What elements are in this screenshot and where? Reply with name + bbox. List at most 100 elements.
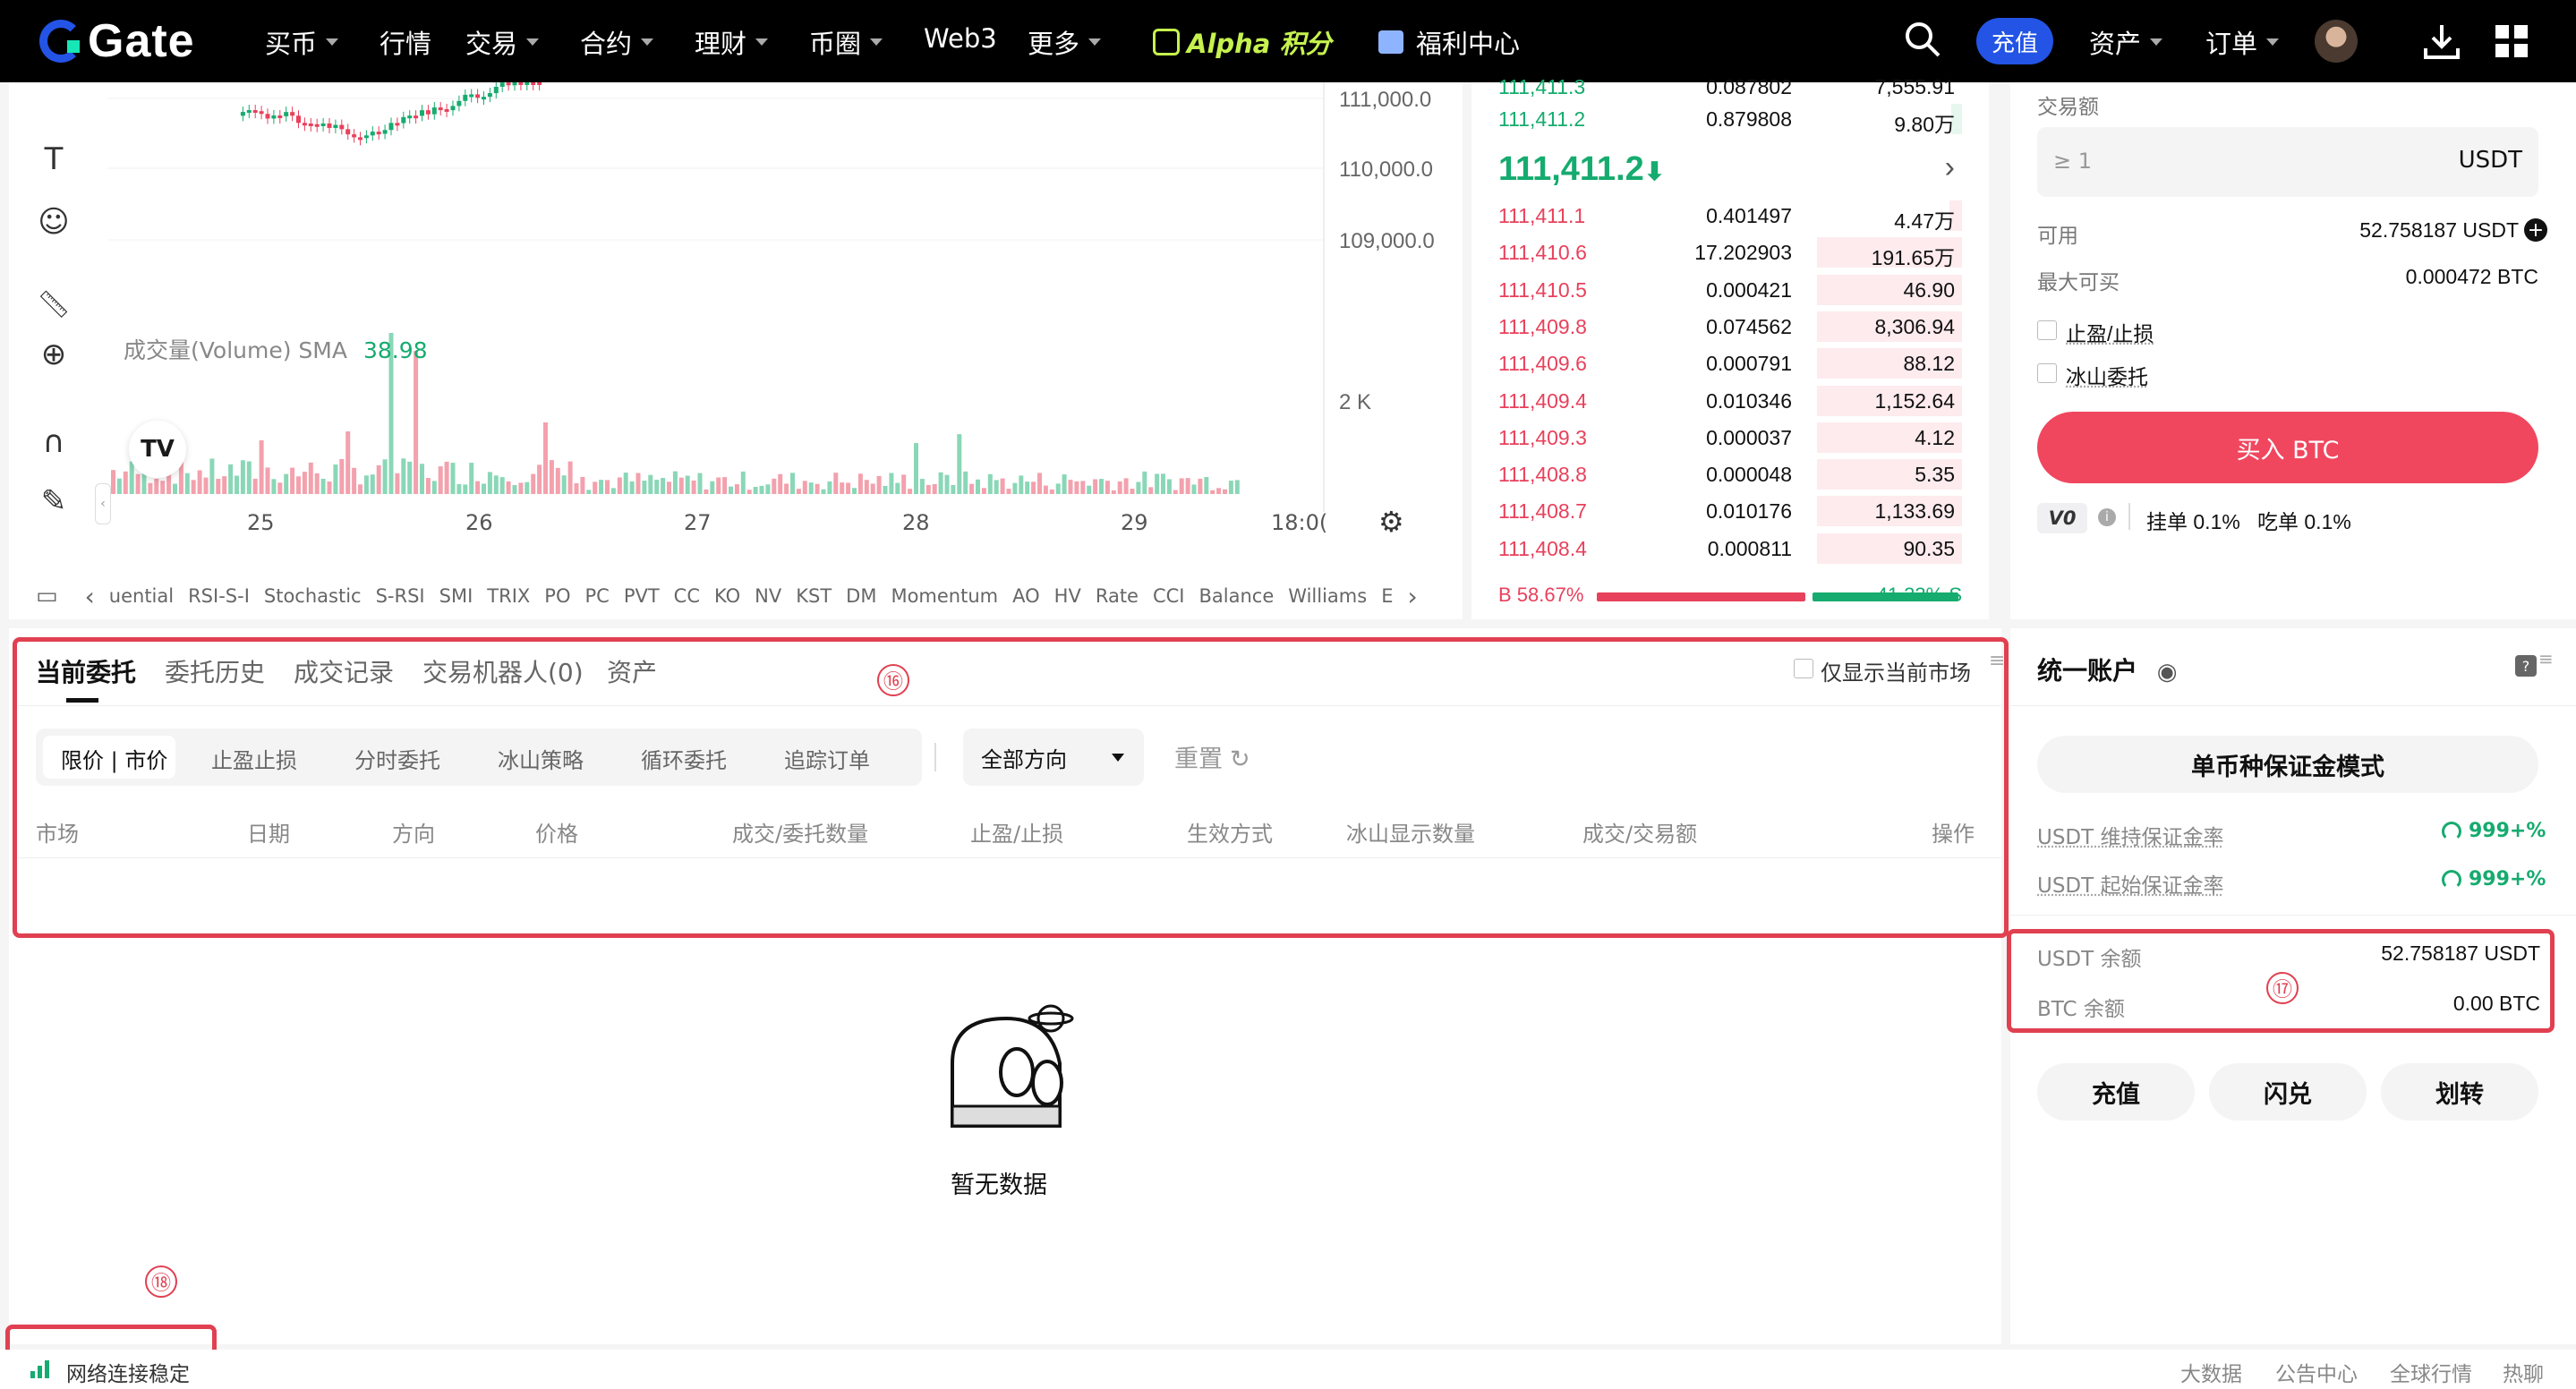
text-tool-icon[interactable]: T <box>34 140 73 179</box>
orderbook-row[interactable]: 111,411.2 0.879808 9.80万 <box>1471 102 1989 136</box>
volume-bar <box>271 479 277 494</box>
chevron-down-icon <box>870 38 883 46</box>
initial-margin-label[interactable]: USDT 起始保证金率 <box>2037 868 2224 899</box>
maintenance-margin-label[interactable]: USDT 维持保证金率 <box>2037 820 2224 850</box>
nav-more[interactable]: 更多 <box>1028 23 1102 61</box>
nav-markets[interactable]: 行情 <box>380 23 431 61</box>
deposit-button[interactable]: 充值 <box>1976 18 2053 64</box>
iceberg-label[interactable]: 冰山委托 <box>2066 360 2148 390</box>
convert-button[interactable]: 闪兑 <box>2209 1063 2367 1121</box>
indicator-item[interactable]: Rate <box>1096 585 1139 607</box>
tpsl-checkbox[interactable] <box>2037 320 2057 340</box>
tradingview-logo[interactable]: TV <box>129 421 186 478</box>
download-icon[interactable] <box>2422 21 2461 61</box>
volume-bar <box>642 481 647 494</box>
drag-handle-icon[interactable]: ≡ <box>2538 648 2554 669</box>
indicator-item[interactable]: S-RSI <box>376 585 425 607</box>
transfer-button[interactable]: 划转 <box>2381 1063 2538 1121</box>
orderbook-row[interactable]: 111,409.8 0.074562 8,306.94 <box>1471 310 1989 342</box>
buy-ratio-bar <box>1597 592 1805 601</box>
nav-square[interactable]: 币圈 <box>809 23 883 61</box>
search-icon[interactable] <box>1903 20 1942 59</box>
nav-alpha-points[interactable]: Alpha 积分 <box>1153 23 1331 61</box>
indicator-item[interactable]: E <box>1381 585 1393 607</box>
gate-logo[interactable]: Gate <box>39 15 195 67</box>
footer-link-announcements[interactable]: 公告中心 <box>2275 1357 2358 1387</box>
deposit-button[interactable]: 充值 <box>2037 1063 2195 1121</box>
footer-link-chat[interactable]: 热聊 <box>2503 1357 2544 1387</box>
indicator-item[interactable]: NV <box>755 585 781 607</box>
grid-menu-icon[interactable] <box>2494 23 2529 59</box>
orderbook-row[interactable]: 111,409.4 0.010346 1,152.64 <box>1471 384 1989 416</box>
indicator-item[interactable]: Stochastic <box>264 585 362 607</box>
buy-btc-button[interactable]: 买入 BTC <box>2037 412 2538 483</box>
chevron-down-icon <box>1088 38 1102 46</box>
volume-bar <box>827 481 832 494</box>
indicator-item[interactable]: CCI <box>1153 585 1185 607</box>
orderbook-row[interactable]: 111,408.8 0.000048 5.35 <box>1471 457 1989 490</box>
volume-bar <box>654 480 660 494</box>
nav-web3[interactable]: Web3 <box>924 23 997 54</box>
chart-settings-icon[interactable]: ⚙ <box>1378 505 1404 539</box>
footer-link-global-markets[interactable]: 全球行情 <box>2390 1357 2472 1387</box>
indicator-item[interactable]: AO <box>1012 585 1040 607</box>
zoom-in-icon[interactable]: ⊕ <box>34 335 73 374</box>
calendar-icon[interactable]: ▭ <box>36 583 58 609</box>
vip-level-badge[interactable]: V0 <box>2037 503 2087 533</box>
orderbook-row[interactable]: 111,408.4 0.000811 90.35 <box>1471 532 1989 564</box>
indicator-item[interactable]: RSI-S-I <box>188 585 250 607</box>
nav-orders[interactable]: 订单 <box>2205 23 2280 61</box>
iceberg-checkbox[interactable] <box>2037 363 2057 383</box>
indicator-item[interactable]: uential <box>109 585 174 607</box>
chevron-left-icon[interactable]: ‹ <box>85 582 95 611</box>
indicator-item[interactable]: TRIX <box>487 585 530 607</box>
volume-bar <box>1055 483 1061 494</box>
footer-link-big-data[interactable]: 大数据 <box>2180 1357 2242 1387</box>
indicator-item[interactable]: KO <box>714 585 740 607</box>
orderbook-row[interactable]: 111,408.7 0.010176 1,133.69 <box>1471 494 1989 527</box>
info-icon[interactable]: i <box>2098 508 2116 526</box>
chevron-right-icon[interactable]: › <box>1945 150 1955 185</box>
indicator-item[interactable]: PC <box>584 585 609 607</box>
tpsl-label[interactable]: 止盈/止损 <box>2066 317 2154 347</box>
nav-buy-crypto[interactable]: 买币 <box>265 23 339 61</box>
indicator-item[interactable]: PO <box>544 585 570 607</box>
candle-body <box>487 93 492 98</box>
nav-futures[interactable]: 合约 <box>580 23 654 61</box>
nav-assets[interactable]: 资产 <box>2089 23 2163 61</box>
eye-icon[interactable]: ◉ <box>2157 659 2178 686</box>
indicator-item[interactable]: CC <box>674 585 700 607</box>
ruler-tool-icon[interactable]: 📏︎ <box>34 285 73 324</box>
indicator-item[interactable]: SMI <box>439 585 473 607</box>
indicator-item[interactable]: HV <box>1054 585 1081 607</box>
add-funds-icon[interactable]: + <box>2524 218 2547 242</box>
lock-pencil-icon[interactable]: ✎ <box>34 481 73 521</box>
candlestick-chart[interactable] <box>107 82 1325 503</box>
orderbook-row[interactable]: 111,410.5 0.000421 46.90 <box>1471 273 1989 305</box>
volume-bar <box>753 486 758 494</box>
indicator-item[interactable]: Williams <box>1288 585 1367 607</box>
indicator-item[interactable]: PVT <box>624 585 660 607</box>
nav-earn[interactable]: 理财 <box>695 23 769 61</box>
amount-input[interactable]: ≥ 1 USDT <box>2037 127 2538 197</box>
avatar[interactable] <box>2315 20 2358 63</box>
nav-welfare-center[interactable]: 福利中心 <box>1378 23 1520 61</box>
orderbook-row[interactable]: 111,409.6 0.000791 88.12 <box>1471 346 1989 379</box>
indicator-item[interactable]: Momentum <box>891 585 998 607</box>
indicator-item[interactable]: Balance <box>1199 585 1275 607</box>
candle-body <box>531 82 536 85</box>
orderbook-row[interactable]: 111,411.1 0.401497 4.47万 <box>1471 199 1989 233</box>
magnet-icon[interactable]: ∩ <box>34 422 73 462</box>
orderbook-row[interactable]: 111,411.3 0.087802 7,555.91 <box>1471 70 1989 102</box>
collapse-toolbar-handle[interactable]: ‹ <box>95 483 111 524</box>
nav-trade[interactable]: 交易 <box>465 23 540 61</box>
margin-mode-button[interactable]: 单币种保证金模式 <box>2037 736 2538 793</box>
indicator-item[interactable]: KST <box>796 585 832 607</box>
emoji-tool-icon[interactable]: ☺ <box>34 202 73 242</box>
indicator-item[interactable]: DM <box>846 585 876 607</box>
chevron-right-icon[interactable]: › <box>1407 582 1417 611</box>
orderbook-row[interactable]: 111,410.6 17.202903 191.65万 <box>1471 235 1989 269</box>
candle-body <box>363 135 369 139</box>
help-icon[interactable]: ? <box>2515 655 2537 677</box>
orderbook-row[interactable]: 111,409.3 0.000037 4.12 <box>1471 421 1989 453</box>
